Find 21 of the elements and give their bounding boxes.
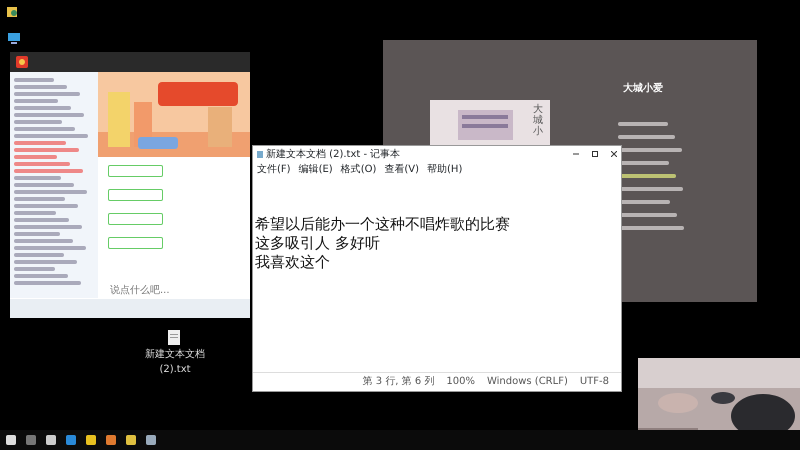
status-text: Windows (CRLF) — [486, 375, 568, 389]
maximize-icon[interactable] — [592, 151, 598, 157]
menu-item[interactable]: 查看(V) — [384, 162, 420, 177]
text-line: 我喜欢这个 — [255, 253, 331, 272]
menu-item[interactable]: 文件(F) — [257, 162, 291, 177]
desktop-icon-label[interactable]: 新建文本文档 (2).txt — [130, 347, 220, 377]
menu-item[interactable]: 格式(O) — [340, 162, 376, 177]
menu-item[interactable]: 编辑(E) — [298, 162, 333, 177]
status-text: UTF-8 — [580, 375, 609, 389]
status-text: 第 3 行, 第 6 列 — [362, 375, 434, 389]
close-icon[interactable] — [611, 151, 617, 157]
menu-item[interactable]: 帮助(H) — [427, 162, 462, 177]
text-line: 这多吸引人 多好听 — [255, 234, 381, 253]
album-cover-text: 大城小 — [533, 104, 543, 137]
text-line: 希望以后能办一个这种不唱炸歌的比赛 — [255, 215, 511, 234]
minimize-icon[interactable] — [573, 151, 579, 157]
app-logo-icon — [14, 55, 30, 69]
song-title: 大城小爱 — [623, 82, 663, 96]
computer-icon[interactable] — [7, 33, 21, 45]
window-title: 新建文本文档 (2).txt - 记事本 — [266, 148, 402, 162]
status-text: 100% — [446, 375, 475, 389]
